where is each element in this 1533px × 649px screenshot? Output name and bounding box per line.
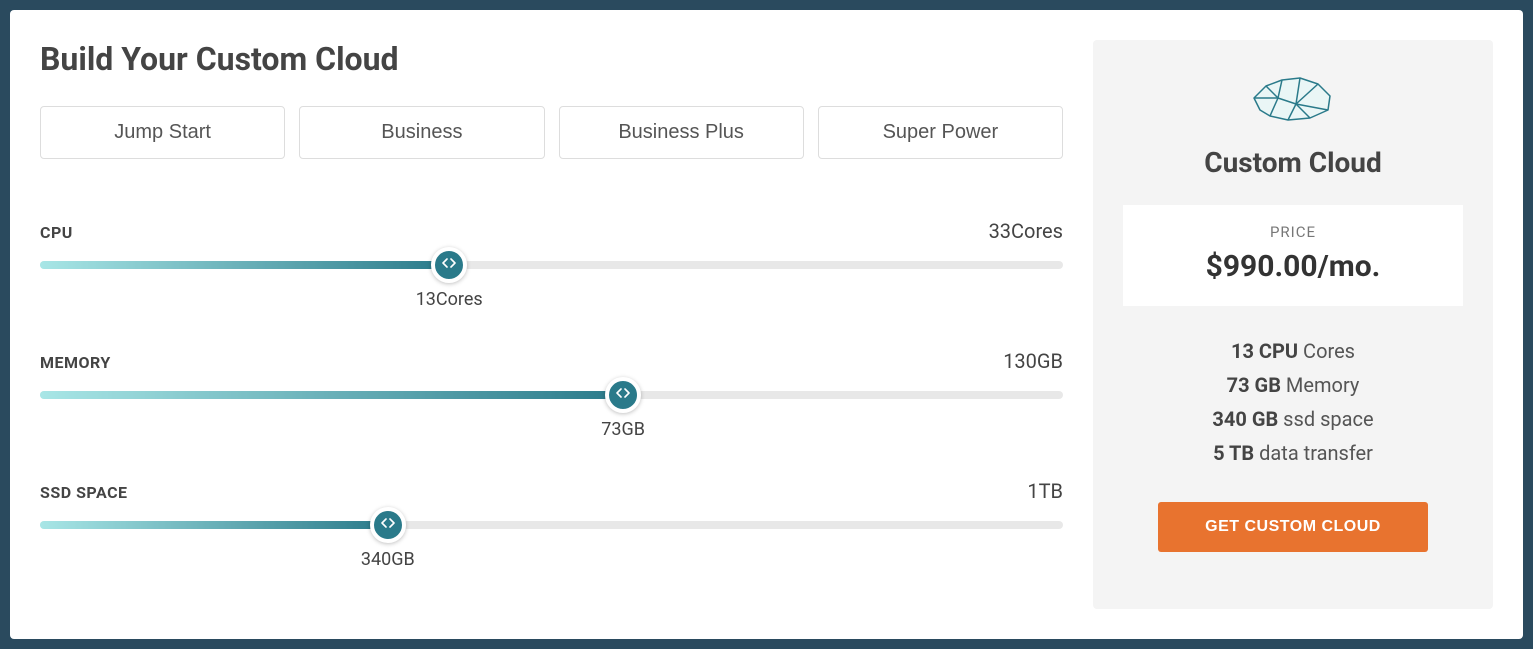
slider-handle-icon: [381, 517, 395, 533]
slider-ssd[interactable]: 340GB: [40, 521, 1063, 561]
spec-list: 13 CPU Cores 73 GB Memory 340 GB ssd spa…: [1212, 334, 1373, 470]
slider-ssd-handle[interactable]: [370, 507, 406, 543]
pricing-configurator-card: Build Your Custom Cloud Jump Start Busin…: [10, 10, 1523, 639]
slider-memory-handle[interactable]: [605, 377, 641, 413]
slider-handle-icon: [616, 387, 630, 403]
spec-memory: 73 GB Memory: [1212, 368, 1373, 402]
preset-business-plus[interactable]: Business Plus: [559, 106, 804, 159]
preset-jump-start[interactable]: Jump Start: [40, 106, 285, 159]
slider-memory-max: 130GB: [1003, 349, 1063, 373]
slider-memory-fill: [40, 391, 623, 399]
slider-ssd-value: 340GB: [361, 549, 415, 570]
preset-super-power[interactable]: Super Power: [818, 106, 1063, 159]
slider-memory-label: MEMORY: [40, 353, 111, 372]
preset-tabs: Jump Start Business Business Plus Super …: [40, 106, 1063, 159]
spec-ssd: 340 GB ssd space: [1212, 402, 1373, 436]
slider-cpu[interactable]: 13Cores: [40, 261, 1063, 301]
spec-transfer: 5 TB data transfer: [1212, 436, 1373, 470]
slider-ssd-max: 1TB: [1027, 479, 1063, 503]
slider-memory-group: MEMORY 130GB 73GB: [40, 349, 1063, 431]
slider-cpu-group: CPU 33Cores 13Cores: [40, 219, 1063, 301]
page-title: Build Your Custom Cloud: [40, 40, 1063, 78]
slider-ssd-group: SSD SPACE 1TB 340GB: [40, 479, 1063, 561]
slider-cpu-handle[interactable]: [431, 247, 467, 283]
summary-title: Custom Cloud: [1204, 146, 1382, 179]
preset-business[interactable]: Business: [299, 106, 544, 159]
price-label: PRICE: [1133, 223, 1453, 241]
slider-cpu-label: CPU: [40, 223, 73, 242]
slider-cpu-value: 13Cores: [416, 289, 483, 310]
price-value: $990.00/mo.: [1133, 249, 1453, 284]
slider-memory-value: 73GB: [601, 419, 645, 440]
slider-ssd-fill: [40, 521, 388, 529]
slider-cpu-max: 33Cores: [989, 219, 1063, 243]
config-panel: Build Your Custom Cloud Jump Start Busin…: [40, 40, 1063, 609]
spec-cpu: 13 CPU Cores: [1212, 334, 1373, 368]
slider-cpu-fill: [40, 261, 449, 269]
cloud-crystal-icon: [1248, 70, 1338, 130]
slider-memory[interactable]: 73GB: [40, 391, 1063, 431]
slider-handle-icon: [442, 257, 456, 273]
slider-ssd-label: SSD SPACE: [40, 483, 128, 502]
summary-panel: Custom Cloud PRICE $990.00/mo. 13 CPU Co…: [1093, 40, 1493, 609]
price-box: PRICE $990.00/mo.: [1123, 205, 1463, 306]
get-custom-cloud-button[interactable]: GET CUSTOM CLOUD: [1158, 502, 1428, 552]
